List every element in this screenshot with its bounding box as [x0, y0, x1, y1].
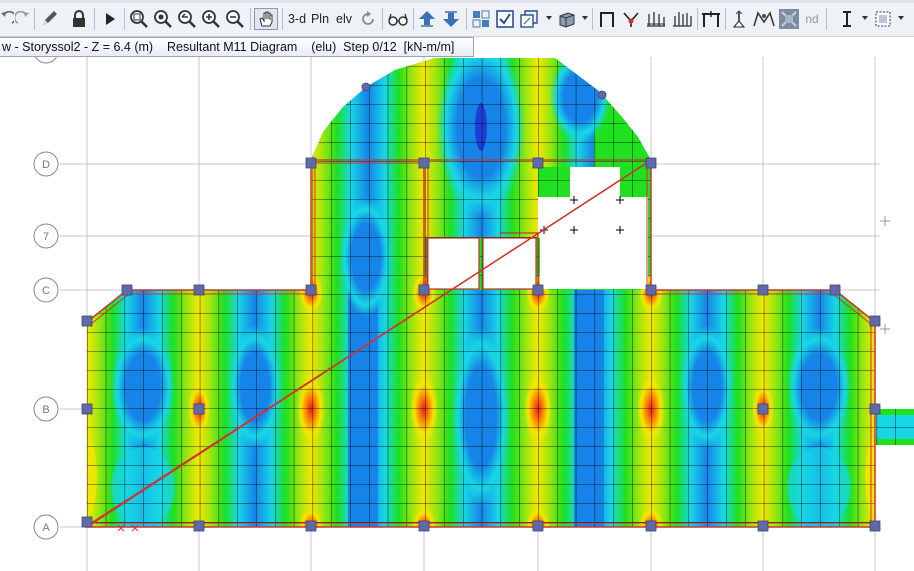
grid-label-b: B: [42, 404, 49, 416]
zoom-window-button[interactable]: [128, 8, 150, 30]
slab-button[interactable]: [644, 8, 668, 30]
zoom-previous-button[interactable]: [176, 8, 198, 30]
rotate-button[interactable]: [357, 8, 379, 30]
diagram-tab-title[interactable]: w - Storyssol2 - Z = 6.4 (m) Resultant M…: [0, 37, 474, 57]
zoom-in-button[interactable]: [200, 8, 222, 30]
spring-button[interactable]: [752, 8, 776, 30]
slab-icon: [647, 12, 665, 27]
nd-button[interactable]: nd: [802, 8, 822, 30]
right-overhang: [876, 409, 914, 445]
check-button[interactable]: [494, 8, 516, 30]
spring-icon: [753, 11, 775, 27]
snap-icon: [875, 11, 891, 27]
undo-button[interactable]: [0, 8, 14, 30]
select-button[interactable]: [470, 8, 492, 30]
wall-button[interactable]: [670, 8, 694, 30]
cube-icon: [559, 12, 575, 28]
play-icon: [106, 13, 115, 25]
mesh-icon: [779, 9, 799, 29]
move-up-button[interactable]: [416, 8, 438, 30]
snap-button[interactable]: [872, 8, 894, 30]
arrow-up-icon: [419, 11, 435, 27]
grid-label-7: 7: [43, 231, 49, 243]
hand-icon: [259, 11, 273, 27]
checkbox-icon: [496, 10, 514, 28]
zoom-in-icon: [202, 10, 220, 28]
joint-button[interactable]: [620, 8, 642, 30]
select-icon: [472, 10, 490, 28]
zoom-restore-button[interactable]: [152, 8, 174, 30]
column-button[interactable]: [700, 8, 722, 30]
pan-button[interactable]: [254, 8, 278, 30]
pencil-icon: [43, 11, 57, 25]
shading-button[interactable]: [556, 8, 578, 30]
rotate-icon: [362, 11, 374, 25]
tab-strip-background: [474, 37, 914, 57]
grid-bubbles: D 7 C B A: [33, 57, 59, 540]
arrow-down-icon: [443, 11, 459, 27]
zoom-window-icon: [130, 10, 148, 28]
grid-label-c: C: [42, 285, 50, 297]
perspective-button[interactable]: [386, 8, 410, 30]
model-canvas[interactable]: D 7 C B A: [0, 57, 914, 571]
grid-markers: [880, 216, 890, 334]
text-cursor-icon: [843, 11, 851, 27]
view-plan-button[interactable]: Pln: [309, 8, 331, 30]
glasses-icon: [388, 13, 408, 26]
restraint-icon: [732, 10, 746, 28]
run-button[interactable]: [100, 8, 120, 30]
restraint-button[interactable]: [728, 8, 750, 30]
object-icon: [520, 10, 538, 28]
lock-button[interactable]: [68, 8, 90, 30]
grid-label-d: D: [42, 159, 50, 171]
move-down-button[interactable]: [440, 8, 462, 30]
grid-label-a: A: [42, 522, 50, 534]
toolbar-strip: [0, 0, 914, 3]
m11-contour-diagram: [87, 58, 875, 527]
object-button[interactable]: [518, 8, 540, 30]
lock-icon: [73, 10, 85, 27]
toolbar: 3-d Pln elv nd: [0, 0, 914, 37]
mesh-button[interactable]: [778, 8, 800, 30]
redo-button[interactable]: [14, 8, 32, 30]
redo-icon: [15, 11, 29, 24]
zoom-previous-icon: [178, 10, 196, 28]
view-elevation-button[interactable]: elv: [333, 8, 355, 30]
text-button[interactable]: [836, 8, 858, 30]
undo-icon: [1, 11, 14, 24]
wall-icon: [673, 12, 692, 27]
view-3d-button[interactable]: 3-d: [285, 8, 309, 30]
column-icon: [702, 11, 720, 27]
draw-button[interactable]: [38, 8, 60, 30]
frame-icon: [600, 12, 614, 27]
zoom-restore-icon: [154, 10, 172, 28]
joint-icon: [623, 12, 639, 27]
frame-button[interactable]: [596, 8, 618, 30]
zoom-out-icon: [226, 10, 244, 28]
zoom-out-button[interactable]: [224, 8, 246, 30]
